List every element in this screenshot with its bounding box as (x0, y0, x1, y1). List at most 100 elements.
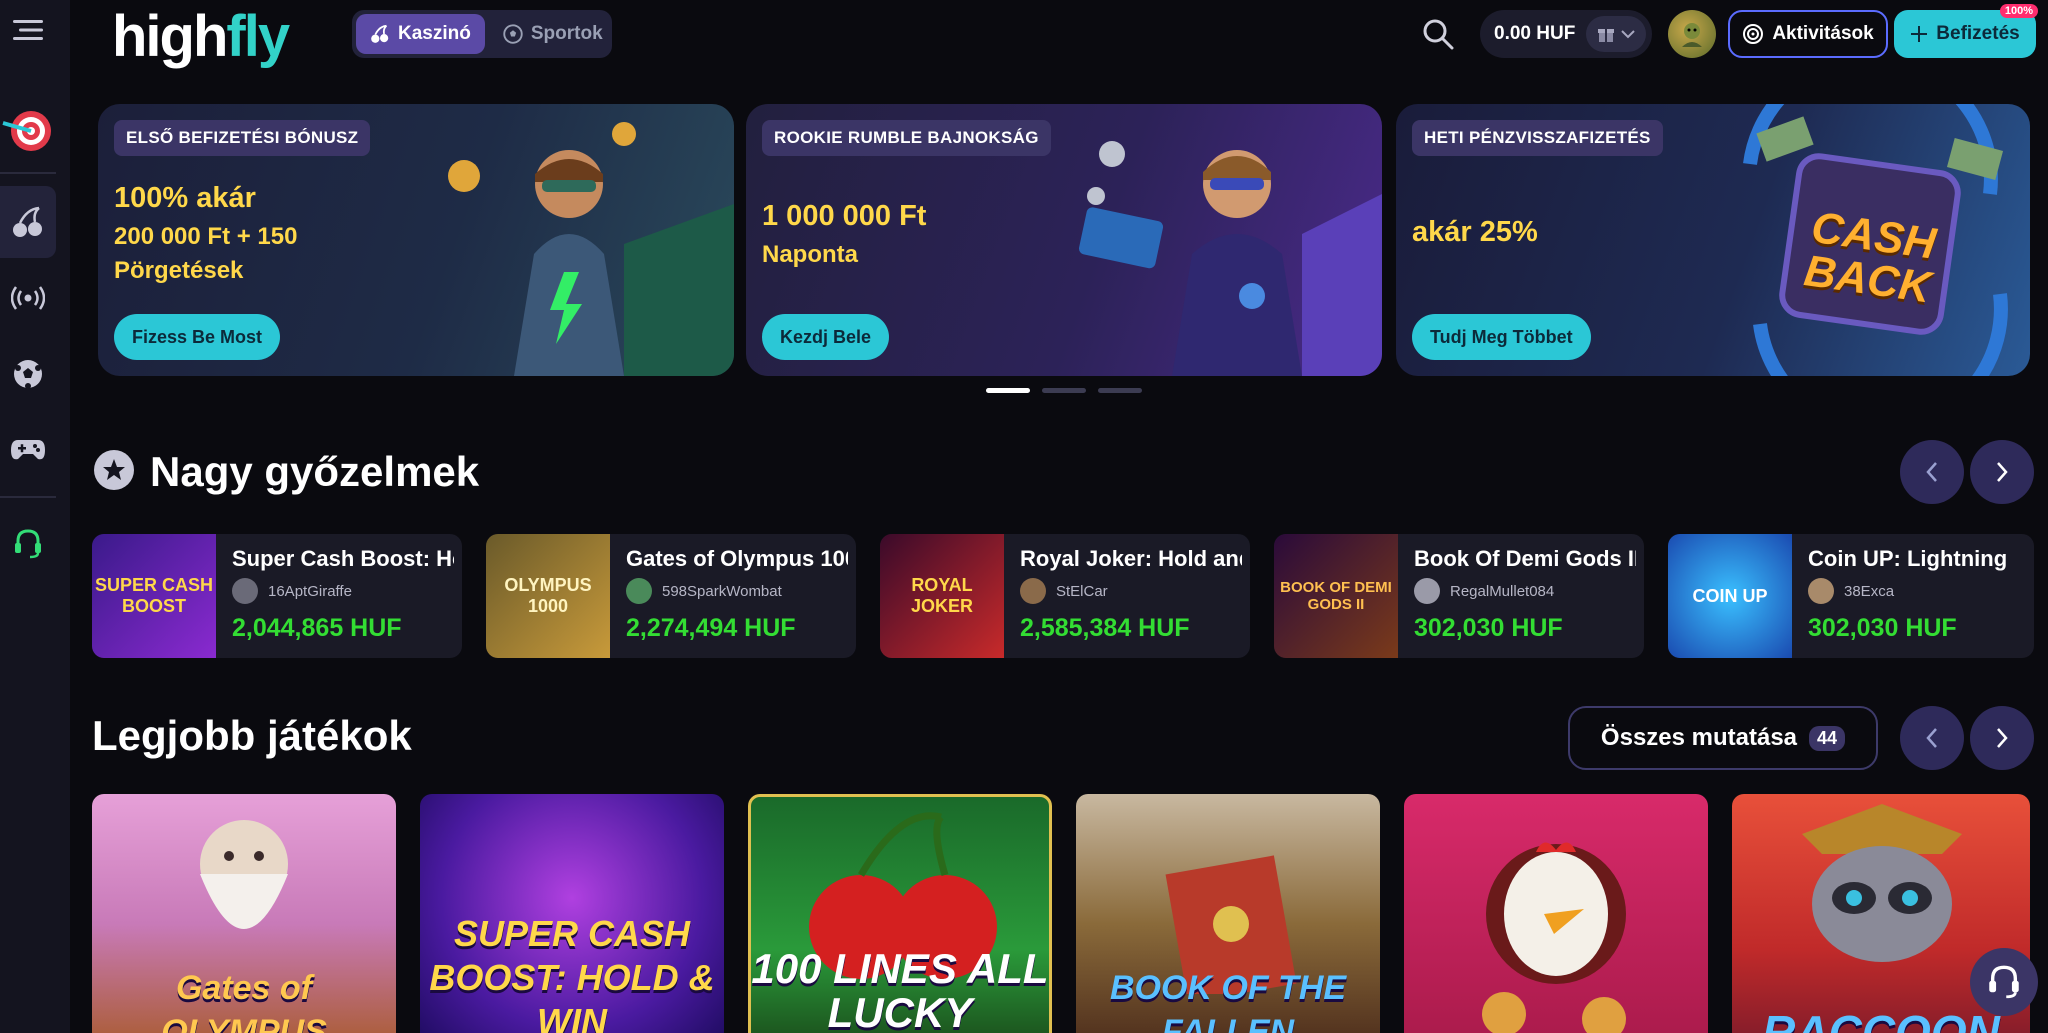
promo-banner-cashback[interactable]: HETI PÉNZVISSZAFIZETÉS akár 25% Tudj Meg… (1396, 104, 2030, 376)
carousel-dot[interactable] (986, 388, 1030, 393)
win-username: RegalMullet084 (1450, 582, 1555, 600)
tab-sports[interactable]: Sportok (489, 14, 617, 54)
win-amount: 302,030 HUF (1808, 614, 1957, 642)
win-user: StElCar (1020, 578, 1108, 604)
game-thumbnail: ROYAL JOKER (880, 534, 1004, 658)
balance-dropdown[interactable] (1586, 16, 1646, 52)
big-wins-next-button[interactable] (1970, 440, 2034, 504)
promo-banner-rookie-rumble[interactable]: ROOKIE RUMBLE BAJNOKSÁG 1 000 000 Ft Nap… (746, 104, 1382, 376)
banner-subtitle: Pörgetések (114, 257, 244, 284)
start-now-button[interactable]: Kezdj Bele (762, 314, 890, 360)
book-art (1165, 855, 1297, 994)
win-amount: 2,044,865 HUF (232, 614, 402, 642)
game-thumbnail: BOOK OF DEMI GODS II (1274, 534, 1398, 658)
user-avatar (1414, 578, 1440, 604)
win-game-name: Super Cash Boost: Hold & Win (232, 546, 454, 571)
chevron-right-icon (1997, 462, 2008, 482)
carousel-dot[interactable] (1042, 388, 1086, 393)
win-game-name: Gates of Olympus 1000 (626, 546, 848, 571)
superhero-art (448, 122, 734, 376)
hamburger-menu-icon[interactable] (0, 0, 56, 60)
deposit-bonus-badge: 100% (1999, 4, 2038, 18)
target-icon (1743, 24, 1764, 44)
game-tile[interactable]: BOOK OF THE FALLEN (1076, 794, 1380, 1033)
live-broadcast-icon[interactable] (0, 262, 56, 334)
headset-icon[interactable] (0, 508, 56, 580)
top-games-next-button[interactable] (1970, 706, 2034, 770)
banner-tag: ELSŐ BEFIZETÉSI BÓNUSZ (114, 120, 371, 156)
gamepad-icon[interactable] (0, 414, 56, 486)
big-win-card[interactable]: OLYMPUS 1000 Gates of Olympus 1000 598Sp… (486, 534, 856, 658)
promo-banner-first-deposit[interactable]: ELSŐ BEFIZETÉSI BÓNUSZ 100% akár 200 000… (98, 104, 734, 376)
big-win-card[interactable]: ROYAL JOKER Royal Joker: Hold and Win St… (880, 534, 1250, 658)
plus-icon (1911, 26, 1928, 42)
mode-switch: Kaszinó Sportok (352, 10, 612, 58)
win-username: StElCar (1056, 582, 1108, 600)
chevron-left-icon (1926, 462, 1937, 482)
tab-casino[interactable]: Kaszinó (356, 14, 485, 54)
deposit-now-button[interactable]: Fizess Be Most (114, 314, 281, 360)
win-username: 598SparkWombat (662, 582, 782, 600)
avatar-image (1682, 23, 1702, 47)
support-chat-button[interactable] (1970, 948, 2038, 1016)
activities-button[interactable]: Aktivitások (1728, 10, 1888, 58)
big-win-card[interactable]: COIN UP Coin UP: Lightning 38Exca 302,03… (1668, 534, 2034, 658)
chevron-right-icon (1997, 728, 2008, 748)
soccer-ball-icon[interactable] (0, 338, 56, 410)
balance-display[interactable]: 0.00 HUF (1480, 10, 1652, 58)
banner-title: 100% akár (114, 182, 256, 214)
sidebar-divider (0, 496, 56, 498)
chevron-down-icon (1621, 30, 1635, 39)
banner-subtitle: Naponta (762, 241, 858, 268)
game-thumbnail: OLYMPUS 1000 (486, 534, 610, 658)
soccer-ball-icon (503, 24, 523, 44)
search-button[interactable] (1418, 14, 1458, 54)
sidebar-divider (0, 172, 56, 174)
big-win-card[interactable]: SUPER CASH BOOST Super Cash Boost: Hold … (92, 534, 462, 658)
win-amount: 2,585,384 HUF (1020, 614, 1190, 642)
user-avatar (1808, 578, 1834, 604)
tab-casino-label: Kaszinó (398, 23, 471, 44)
deposit-button[interactable]: Befizetés 100% (1894, 4, 2038, 58)
user-avatar (1020, 578, 1046, 604)
search-icon (1423, 19, 1454, 50)
big-wins-prev-button[interactable] (1900, 440, 1964, 504)
top-games-prev-button[interactable] (1900, 706, 1964, 770)
big-win-card[interactable]: BOOK OF DEMI GODS II Book Of Demi Gods I… (1274, 534, 1644, 658)
top-games-title: Legjobb játékok (92, 712, 412, 759)
deposit-label: Befizetés (1936, 23, 2020, 44)
cherry-icon (371, 24, 389, 43)
game-tile[interactable]: Gates of OLYMPUS (92, 794, 396, 1033)
logo-text-high: high (112, 4, 228, 69)
headset-icon (1989, 965, 2019, 999)
cherry-icon[interactable] (0, 186, 56, 258)
win-game-name: Royal Joker: Hold and Win (1020, 546, 1242, 571)
target-icon[interactable] (0, 94, 56, 166)
win-user: 598SparkWombat (626, 578, 782, 604)
win-username: 38Exca (1844, 582, 1895, 600)
win-user: RegalMullet084 (1414, 578, 1554, 604)
cashback-logo: CASH BACK (1801, 203, 1939, 313)
show-all-label: Összes mutatása (1600, 724, 1798, 751)
show-all-button[interactable]: Összes mutatása 44 (1568, 706, 1878, 770)
user-avatar (232, 578, 258, 604)
banner-tag: HETI PÉNZVISSZAFIZETÉS (1412, 120, 1663, 156)
logo[interactable]: highfly (112, 8, 290, 66)
chicken-art (1482, 842, 1626, 1033)
logo-text-fly: fly (226, 4, 290, 69)
sidebar (0, 0, 70, 1033)
game-tile[interactable]: 100 LINES ALL LUCKY (748, 794, 1052, 1033)
carousel-dot[interactable] (1098, 388, 1142, 393)
game-title: RACCOON (1762, 1006, 2000, 1033)
game-tile[interactable] (1404, 794, 1708, 1033)
win-user: 16AptGiraffe (232, 578, 352, 604)
win-amount: 2,274,494 HUF (626, 614, 796, 642)
game-title: 100 LINES ALL LUCKY (751, 945, 1049, 1033)
learn-more-button[interactable]: Tudj Meg Többet (1412, 314, 1591, 360)
game-title: SUPER CASH BOOST: HOLD & WIN (429, 913, 715, 1033)
avatar[interactable] (1668, 10, 1716, 58)
zeus-art (200, 820, 288, 929)
game-thumbnail: COIN UP (1668, 534, 1792, 658)
game-tile[interactable]: SUPER CASH BOOST: HOLD & WIN (420, 794, 724, 1033)
banner-title: akár 25% (1412, 216, 1538, 248)
